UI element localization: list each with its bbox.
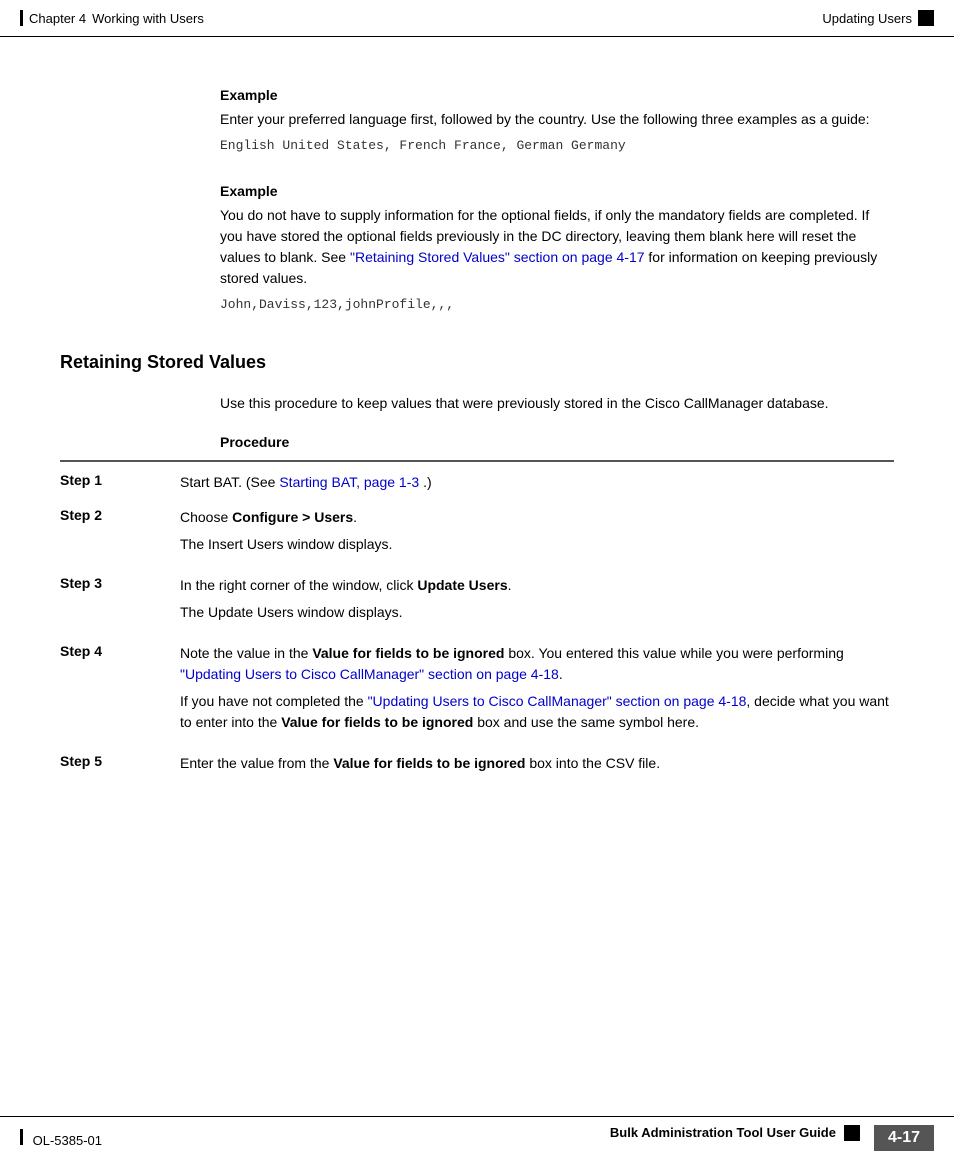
step2-sub: The Insert Users window displays. <box>180 534 894 555</box>
step4-para1: Note the value in the Value for fields t… <box>180 643 894 685</box>
footer-bar-right <box>844 1125 860 1141</box>
step1-text: Start BAT. (See <box>180 474 279 490</box>
step5-bold: Value for fields to be ignored <box>333 755 525 771</box>
step2-text-before: Choose <box>180 509 232 525</box>
main-content: Example Enter your preferred language fi… <box>0 37 954 868</box>
step4-para2: If you have not completed the "Updating … <box>180 691 894 733</box>
step4-text-end1: . <box>559 666 563 682</box>
step4-link1[interactable]: "Updating Users to Cisco CallManager" se… <box>180 666 559 682</box>
guide-title: Bulk Administration Tool User Guide <box>610 1125 836 1151</box>
header-bar-right <box>918 10 934 26</box>
step1-text-after: .) <box>423 474 432 490</box>
example1-body: Enter your preferred language first, fol… <box>220 109 894 130</box>
procedure-divider <box>60 460 894 462</box>
section-title: Updating Users <box>822 11 912 26</box>
step2-label: Step 2 <box>60 507 180 523</box>
step-row-2: Step 2 Choose Configure > Users. The Ins… <box>60 507 894 561</box>
step3-bold: Update Users <box>417 577 507 593</box>
step-row-1: Step 1 Start BAT. (See Starting BAT, pag… <box>60 472 894 493</box>
step2-bold: Configure > Users <box>232 509 353 525</box>
step1-content: Start BAT. (See Starting BAT, page 1-3 .… <box>180 472 894 493</box>
step4-para2-before: If you have not completed the <box>180 693 368 709</box>
step1-label: Step 1 <box>60 472 180 488</box>
step1-link[interactable]: Starting BAT, page 1-3 <box>279 474 419 490</box>
chapter-label: Chapter 4 <box>29 11 86 26</box>
step2-content: Choose Configure > Users. The Insert Use… <box>180 507 894 561</box>
doc-number: OL-5385-01 <box>33 1133 102 1148</box>
step5-text-after: box into the CSV file. <box>525 755 660 771</box>
step4-para2-end: box and use the same symbol here. <box>473 714 699 730</box>
step2-main: Choose Configure > Users. <box>180 507 894 528</box>
example2-body: You do not have to supply information fo… <box>220 205 894 289</box>
example2-heading: Example <box>220 183 894 199</box>
step4-link2[interactable]: "Updating Users to Cisco CallManager" se… <box>368 693 747 709</box>
footer-left: OL-5385-01 <box>20 1129 102 1148</box>
example2-code: John,Daviss,123,johnProfile,,, <box>220 297 894 312</box>
page-number: 4-17 <box>874 1125 934 1151</box>
step4-bold1: Value for fields to be ignored <box>312 645 504 661</box>
step-row-5: Step 5 Enter the value from the Value fo… <box>60 753 894 774</box>
footer-right: Bulk Administration Tool User Guide 4-17 <box>610 1125 934 1151</box>
header-bar-left <box>20 10 23 26</box>
example1-block: Example Enter your preferred language fi… <box>220 87 894 153</box>
step4-text-before: Note the value in the <box>180 645 312 661</box>
step5-content: Enter the value from the Value for field… <box>180 753 894 774</box>
step5-text-before: Enter the value from the <box>180 755 333 771</box>
step5-label: Step 5 <box>60 753 180 769</box>
section-intro-block: Use this procedure to keep values that w… <box>220 393 894 450</box>
header-left: Chapter 4 Working with Users <box>20 10 204 26</box>
section-intro: Use this procedure to keep values that w… <box>220 393 894 414</box>
step-row-4: Step 4 Note the value in the Value for f… <box>60 643 894 739</box>
step4-label: Step 4 <box>60 643 180 659</box>
page-footer: OL-5385-01 Bulk Administration Tool User… <box>0 1116 954 1159</box>
step2-text-after: . <box>353 509 357 525</box>
example2-block: Example You do not have to supply inform… <box>220 183 894 312</box>
step4-text-mid1: box. You entered this value while you we… <box>504 645 843 661</box>
steps-container: Step 1 Start BAT. (See Starting BAT, pag… <box>60 472 894 774</box>
step3-content: In the right corner of the window, click… <box>180 575 894 629</box>
procedure-heading: Procedure <box>220 434 894 450</box>
step-row-3: Step 3 In the right corner of the window… <box>60 575 894 629</box>
step4-content: Note the value in the Value for fields t… <box>180 643 894 739</box>
chapter-title: Working with Users <box>92 11 204 26</box>
section-heading: Retaining Stored Values <box>60 352 894 373</box>
example2-link1[interactable]: "Retaining Stored Values" section on pag… <box>350 249 645 265</box>
header-right: Updating Users <box>822 10 934 26</box>
page-header: Chapter 4 Working with Users Updating Us… <box>0 0 954 37</box>
footer-bar-left <box>20 1129 23 1145</box>
example1-code: English United States, French France, Ge… <box>220 138 894 153</box>
example1-heading: Example <box>220 87 894 103</box>
step3-sub: The Update Users window displays. <box>180 602 894 623</box>
step3-label: Step 3 <box>60 575 180 591</box>
step4-bold2: Value for fields to be ignored <box>281 714 473 730</box>
step3-main: In the right corner of the window, click… <box>180 575 894 596</box>
step3-text-after: . <box>508 577 512 593</box>
step3-text-before: In the right corner of the window, click <box>180 577 417 593</box>
